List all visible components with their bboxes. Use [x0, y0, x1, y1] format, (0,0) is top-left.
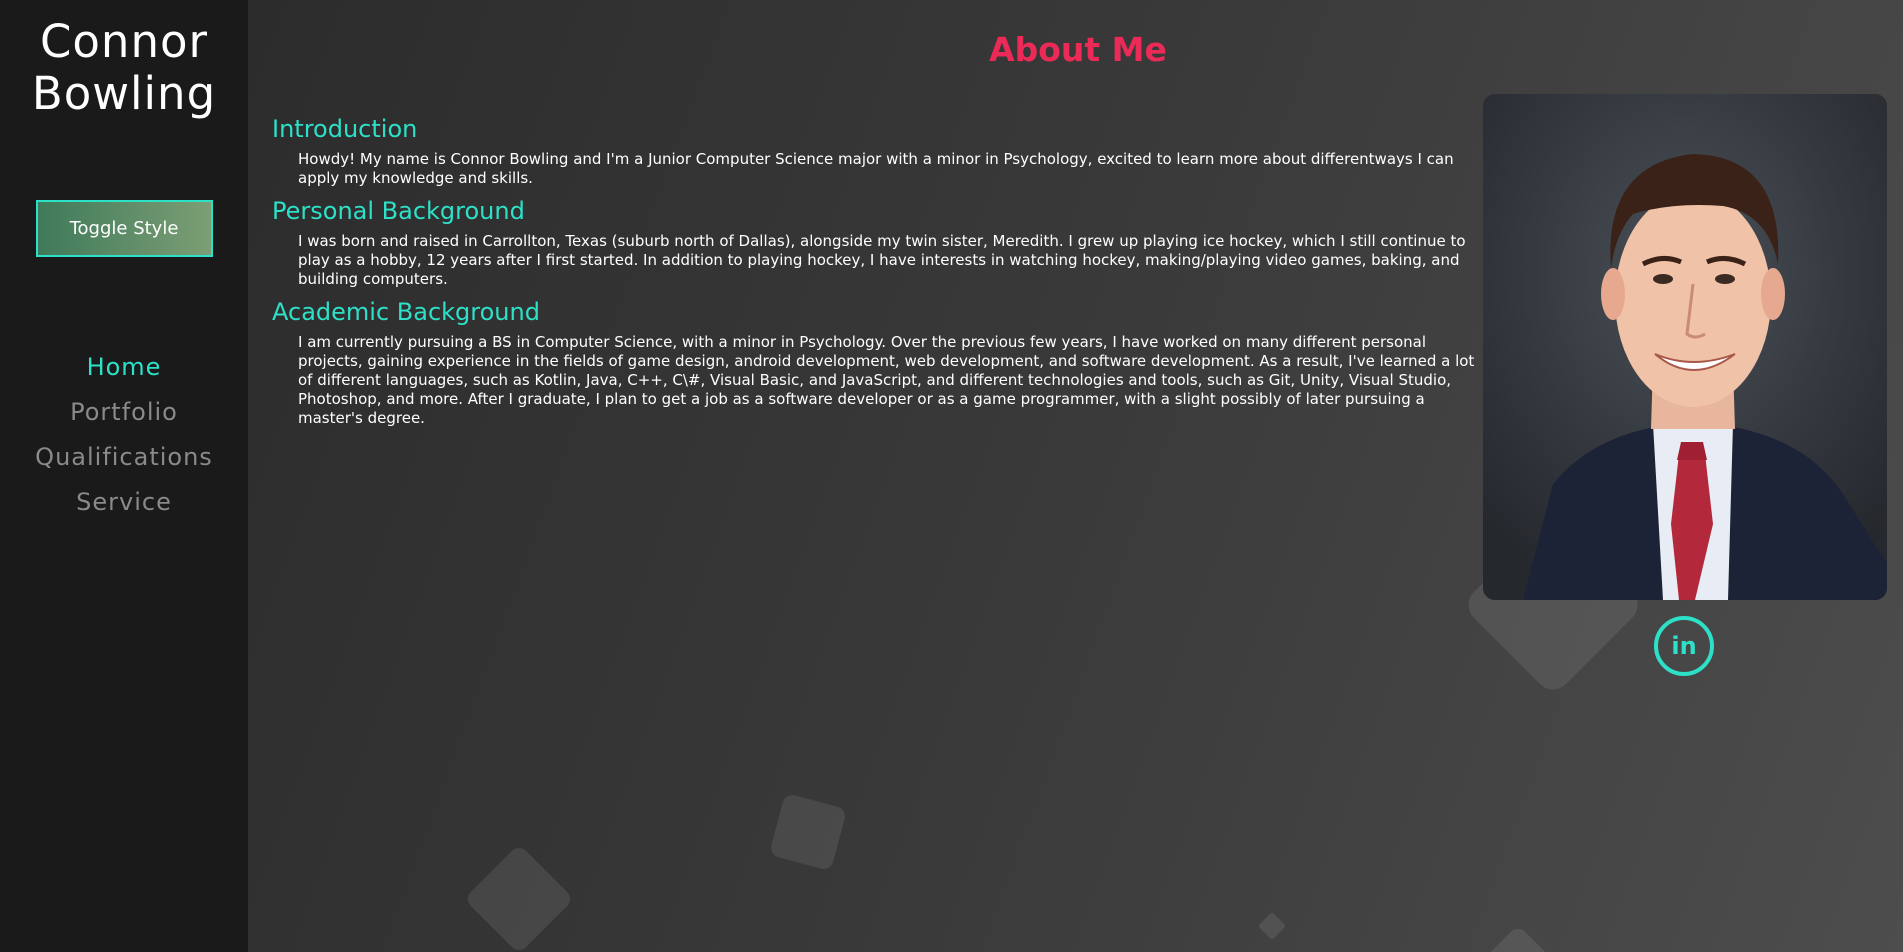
- main-nav: Home Portfolio Qualifications Service: [0, 345, 248, 525]
- background-shape: [1257, 911, 1287, 941]
- profile-photo-illustration: [1483, 94, 1887, 600]
- nav-item-service[interactable]: Service: [0, 480, 248, 525]
- page-title: About Me: [989, 30, 1167, 69]
- section-text-introduction: Howdy! My name is Connor Bowling and I'm…: [298, 150, 1454, 187]
- background-shape: [463, 843, 575, 952]
- sidebar: Connor Bowling Toggle Style Home Portfol…: [0, 0, 248, 952]
- main-content: About Me Introduction Howdy! My name is …: [248, 0, 1903, 952]
- background-shape: [768, 792, 848, 872]
- toggle-style-button[interactable]: Toggle Style: [35, 200, 213, 257]
- nav-item-portfolio[interactable]: Portfolio: [0, 390, 248, 435]
- section-text-personal: I was born and raised in Carrollton, Tex…: [298, 232, 1466, 288]
- background-shape: [1482, 924, 1554, 952]
- site-name-first: Connor: [39, 15, 209, 68]
- site-name-last: Bowling: [31, 67, 217, 120]
- profile-photo: [1483, 94, 1887, 600]
- nav-item-home[interactable]: Home: [0, 345, 248, 390]
- site-name: Connor Bowling: [0, 16, 248, 120]
- linkedin-icon[interactable]: in: [1654, 616, 1714, 676]
- nav-item-qualifications[interactable]: Qualifications: [0, 435, 248, 480]
- section-text-academic: I am currently pursuing a BS in Computer…: [298, 333, 1475, 427]
